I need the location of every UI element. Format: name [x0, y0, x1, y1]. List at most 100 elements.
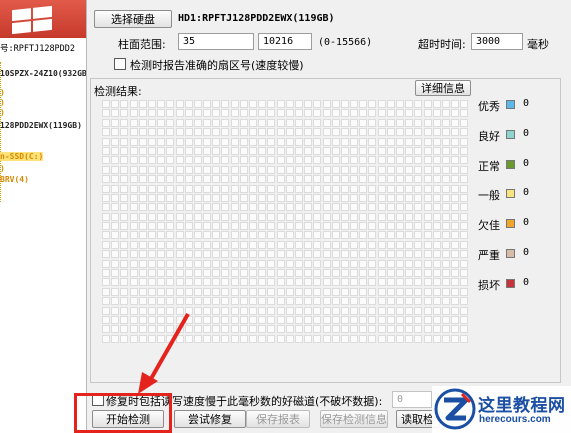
sector-cell: [166, 165, 175, 174]
sector-cell: [322, 325, 331, 334]
sector-cell: [368, 240, 377, 249]
sector-cell: [267, 175, 276, 184]
report-sector-checkbox[interactable]: [114, 58, 126, 70]
sector-cell: [322, 250, 331, 259]
sector-cell: [294, 137, 303, 146]
select-disk-button[interactable]: 选择硬盘: [94, 10, 172, 28]
sector-cell: [405, 250, 414, 259]
timeout-input[interactable]: 3000: [471, 33, 523, 50]
sector-cell: [193, 128, 202, 137]
sector-cell: [331, 109, 340, 118]
sector-cell: [285, 109, 294, 118]
sector-cell: [368, 137, 377, 146]
sector-cell: [423, 100, 432, 108]
sector-cell: [193, 165, 202, 174]
sector-cell: [304, 165, 313, 174]
sector-cell: [276, 156, 285, 165]
disk-tree-panel: 号:RPFTJ128PDD2 10SPZX-24Z10(932GB))) 128P…: [0, 0, 87, 433]
tree-item[interactable]: ): [0, 108, 5, 117]
sector-cell: [432, 203, 441, 212]
sector-cell: [423, 240, 432, 249]
tree-item[interactable]: n-SSD(C:): [0, 152, 44, 161]
range-end-input[interactable]: 10216: [258, 33, 312, 50]
details-button[interactable]: 详细信息: [415, 80, 471, 96]
sector-cell: [258, 212, 267, 221]
sector-cell: [451, 156, 460, 165]
sector-cell: [294, 109, 303, 118]
timeout-label: 超时时间:: [418, 38, 466, 51]
tree-item[interactable]: ): [0, 88, 5, 97]
sector-cell: [460, 287, 469, 296]
sector-cell: [203, 137, 212, 146]
sector-cell: [359, 184, 368, 193]
sector-cell: [322, 297, 331, 306]
sector-cell: [368, 128, 377, 137]
sector-cell: [405, 175, 414, 184]
sector-cell: [460, 315, 469, 324]
sector-cell: [184, 269, 193, 278]
sector-cell: [313, 222, 322, 231]
sector-cell: [359, 156, 368, 165]
timeout-unit: 毫秒: [527, 38, 549, 51]
try-repair-button[interactable]: 尝试修复: [174, 410, 246, 428]
sector-cell: [423, 165, 432, 174]
sector-cell: [249, 175, 257, 184]
sector-cell: [414, 184, 423, 193]
sector-cell: [249, 250, 257, 259]
sector-cell: [276, 165, 285, 174]
sector-cell: [451, 146, 460, 155]
sector-cell: [102, 231, 110, 240]
legend-label: 优秀: [478, 100, 500, 113]
legend-count: 0: [523, 247, 530, 258]
sector-cell: [313, 203, 322, 212]
sector-cell: [396, 100, 404, 108]
tree-item[interactable]: 128PDD2EWX(119GB): [0, 121, 82, 130]
sector-cell: [276, 297, 285, 306]
save-report-button[interactable]: 保存报表: [246, 410, 310, 428]
sector-cell: [396, 278, 404, 287]
sector-cell: [285, 315, 294, 324]
tree-item[interactable]: 10SPZX-24Z10(932GB: [0, 69, 86, 78]
legend-count: 0: [523, 98, 530, 109]
sector-cell: [331, 297, 340, 306]
sector-cell: [239, 193, 248, 202]
sector-cell: [102, 184, 110, 193]
sector-cell: [359, 175, 368, 184]
sector-cell: [460, 146, 469, 155]
sector-cell: [322, 193, 331, 202]
sector-cell: [423, 222, 432, 231]
sector-cell: [359, 269, 368, 278]
range-start-input[interactable]: 35: [178, 33, 254, 50]
save-check-info-button[interactable]: 保存检测信息: [320, 410, 388, 428]
sector-cell: [313, 231, 322, 240]
sector-cell: [451, 128, 460, 137]
sector-cell: [184, 100, 193, 108]
sector-cell: [230, 212, 239, 221]
sector-cell: [249, 315, 257, 324]
sector-cell: [239, 287, 248, 296]
sector-cell: [239, 203, 248, 212]
sector-cell: [267, 184, 276, 193]
slow-ms-input[interactable]: 0: [392, 391, 432, 408]
sector-cell: [331, 269, 340, 278]
sector-cell: [414, 269, 423, 278]
sector-cell: [285, 118, 294, 127]
sector-cell: [359, 222, 368, 231]
sector-cell: [386, 156, 395, 165]
tree-item[interactable]: BRV(4): [0, 175, 29, 184]
tree-item[interactable]: ): [0, 164, 5, 173]
sector-cell: [313, 212, 322, 221]
sector-cell: [396, 306, 404, 315]
sector-cell: [423, 278, 432, 287]
sector-cell: [340, 156, 349, 165]
sector-cell: [120, 297, 129, 306]
sector-cell: [405, 203, 414, 212]
sector-cell: [304, 193, 313, 202]
sector-cell: [111, 118, 120, 127]
sector-cell: [304, 212, 313, 221]
sector-cell: [111, 165, 120, 174]
sector-cell: [304, 250, 313, 259]
sector-cell: [285, 100, 294, 108]
tree-item[interactable]: ): [0, 98, 5, 107]
sector-cell: [322, 109, 331, 118]
